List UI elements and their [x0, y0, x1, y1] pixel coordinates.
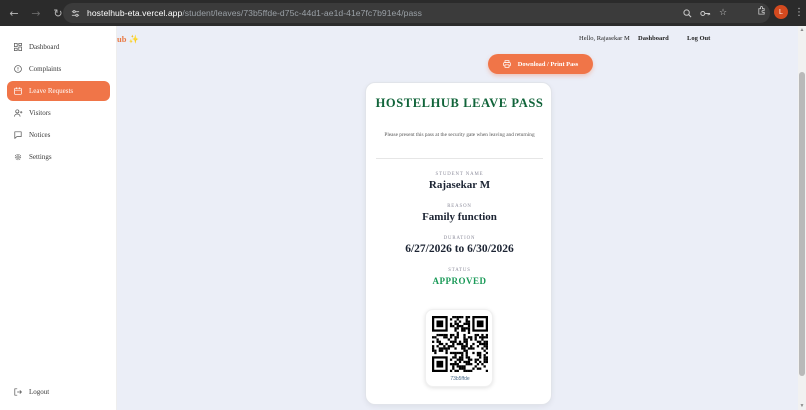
status-label: STATUS — [448, 268, 471, 273]
logout-icon — [13, 387, 23, 397]
nav-logout-link[interactable]: Log Out — [687, 35, 710, 42]
logout-label: Logout — [29, 388, 50, 396]
leave-pass-card: HOSTELHUB LEAVE PASS Please present this… — [365, 82, 552, 405]
sidebar-item-leave-requests[interactable]: Leave Requests — [7, 81, 110, 101]
profile-avatar[interactable]: L — [774, 5, 788, 19]
sidebar-item-settings[interactable]: Settings — [7, 147, 110, 167]
duration-value: 6/27/2026 to 6/30/2026 — [405, 243, 514, 255]
calendar-icon — [13, 86, 23, 96]
user-plus-icon — [13, 108, 23, 118]
url-host: hostelhub-eta.vercel.app — [87, 8, 183, 18]
browser-toolbar: ← → ↻ hostelhub-eta.vercel.app/student/l… — [0, 0, 806, 26]
scroll-down-icon[interactable]: ▼ — [798, 402, 806, 410]
gear-icon — [13, 152, 23, 162]
top-navbar: ub ✨ Hello, Rajasekar M Dashboard Log Ou… — [117, 26, 798, 52]
chat-bubble-icon — [13, 130, 23, 140]
extensions-icon[interactable] — [754, 6, 768, 18]
sidebar-item-label: Visitors — [29, 109, 51, 117]
printer-icon — [502, 60, 511, 68]
scroll-thumb[interactable] — [799, 72, 805, 376]
menu-icon[interactable]: ⋮ — [794, 7, 804, 18]
sparkle-icon: ✨ — [128, 34, 140, 44]
main-content: ub ✨ Hello, Rajasekar M Dashboard Log Ou… — [117, 26, 798, 410]
duration-label: DURATION — [443, 236, 476, 241]
sidebar-item-label: Leave Requests — [29, 87, 74, 95]
sidebar-item-label: Notices — [29, 131, 51, 139]
sidebar-item-label: Complaints — [29, 65, 62, 73]
status-value: APPROVED — [432, 276, 487, 286]
logout-button[interactable]: Logout — [7, 382, 110, 402]
url-path: /student/leaves/73b5ffde-d75c-44d1-ae1d-… — [182, 8, 423, 18]
user-greeting: Hello, Rajasekar M — [579, 35, 630, 42]
grid-icon — [13, 42, 23, 52]
sidebar-item-label: Settings — [29, 153, 52, 161]
password-key-icon[interactable] — [698, 6, 712, 20]
url-text: hostelhub-eta.vercel.app/student/leaves/… — [87, 8, 422, 18]
qr-code-box: 73b5ffde — [425, 309, 493, 387]
brand-logo[interactable]: ub ✨ — [117, 34, 139, 45]
sidebar-item-visitors[interactable]: Visitors — [7, 103, 110, 123]
download-button-label: Download / Print Pass — [517, 60, 579, 68]
zoom-icon[interactable] — [680, 6, 694, 20]
nav-dashboard-link[interactable]: Dashboard — [638, 35, 669, 42]
sidebar: Dashboard Complaints Leave Requests Visi… — [0, 26, 117, 410]
bookmark-star-icon[interactable]: ☆ — [716, 6, 730, 20]
pass-subtitle: Please present this pass at the security… — [384, 132, 535, 138]
sidebar-item-label: Dashboard — [29, 43, 60, 51]
sidebar-item-dashboard[interactable]: Dashboard — [7, 37, 110, 57]
alert-circle-icon — [13, 64, 23, 74]
address-bar[interactable]: hostelhub-eta.vercel.app/student/leaves/… — [63, 3, 770, 23]
student-name-label: STUDENT NAME — [435, 172, 484, 177]
sidebar-item-complaints[interactable]: Complaints — [7, 59, 110, 79]
student-name-value: Rajasekar M — [428, 179, 491, 191]
back-arrow-icon[interactable]: ← — [6, 5, 22, 21]
forward-arrow-icon[interactable]: → — [28, 5, 44, 21]
divider — [376, 158, 543, 159]
sidebar-item-notices[interactable]: Notices — [7, 125, 110, 145]
reason-label: REASON — [447, 204, 472, 209]
qr-code — [432, 316, 488, 372]
page-scrollbar[interactable]: ▲ ▼ — [798, 26, 806, 410]
download-print-pass-button[interactable]: Download / Print Pass — [488, 54, 593, 74]
site-info-icon[interactable] — [68, 6, 82, 20]
reason-value: Family function — [422, 211, 497, 223]
scroll-up-icon[interactable]: ▲ — [798, 26, 806, 34]
qr-caption: 73b5ffde — [450, 376, 470, 382]
brand-text: ub — [117, 34, 127, 44]
pass-title: HOSTELHUB LEAVE PASS — [375, 96, 544, 110]
